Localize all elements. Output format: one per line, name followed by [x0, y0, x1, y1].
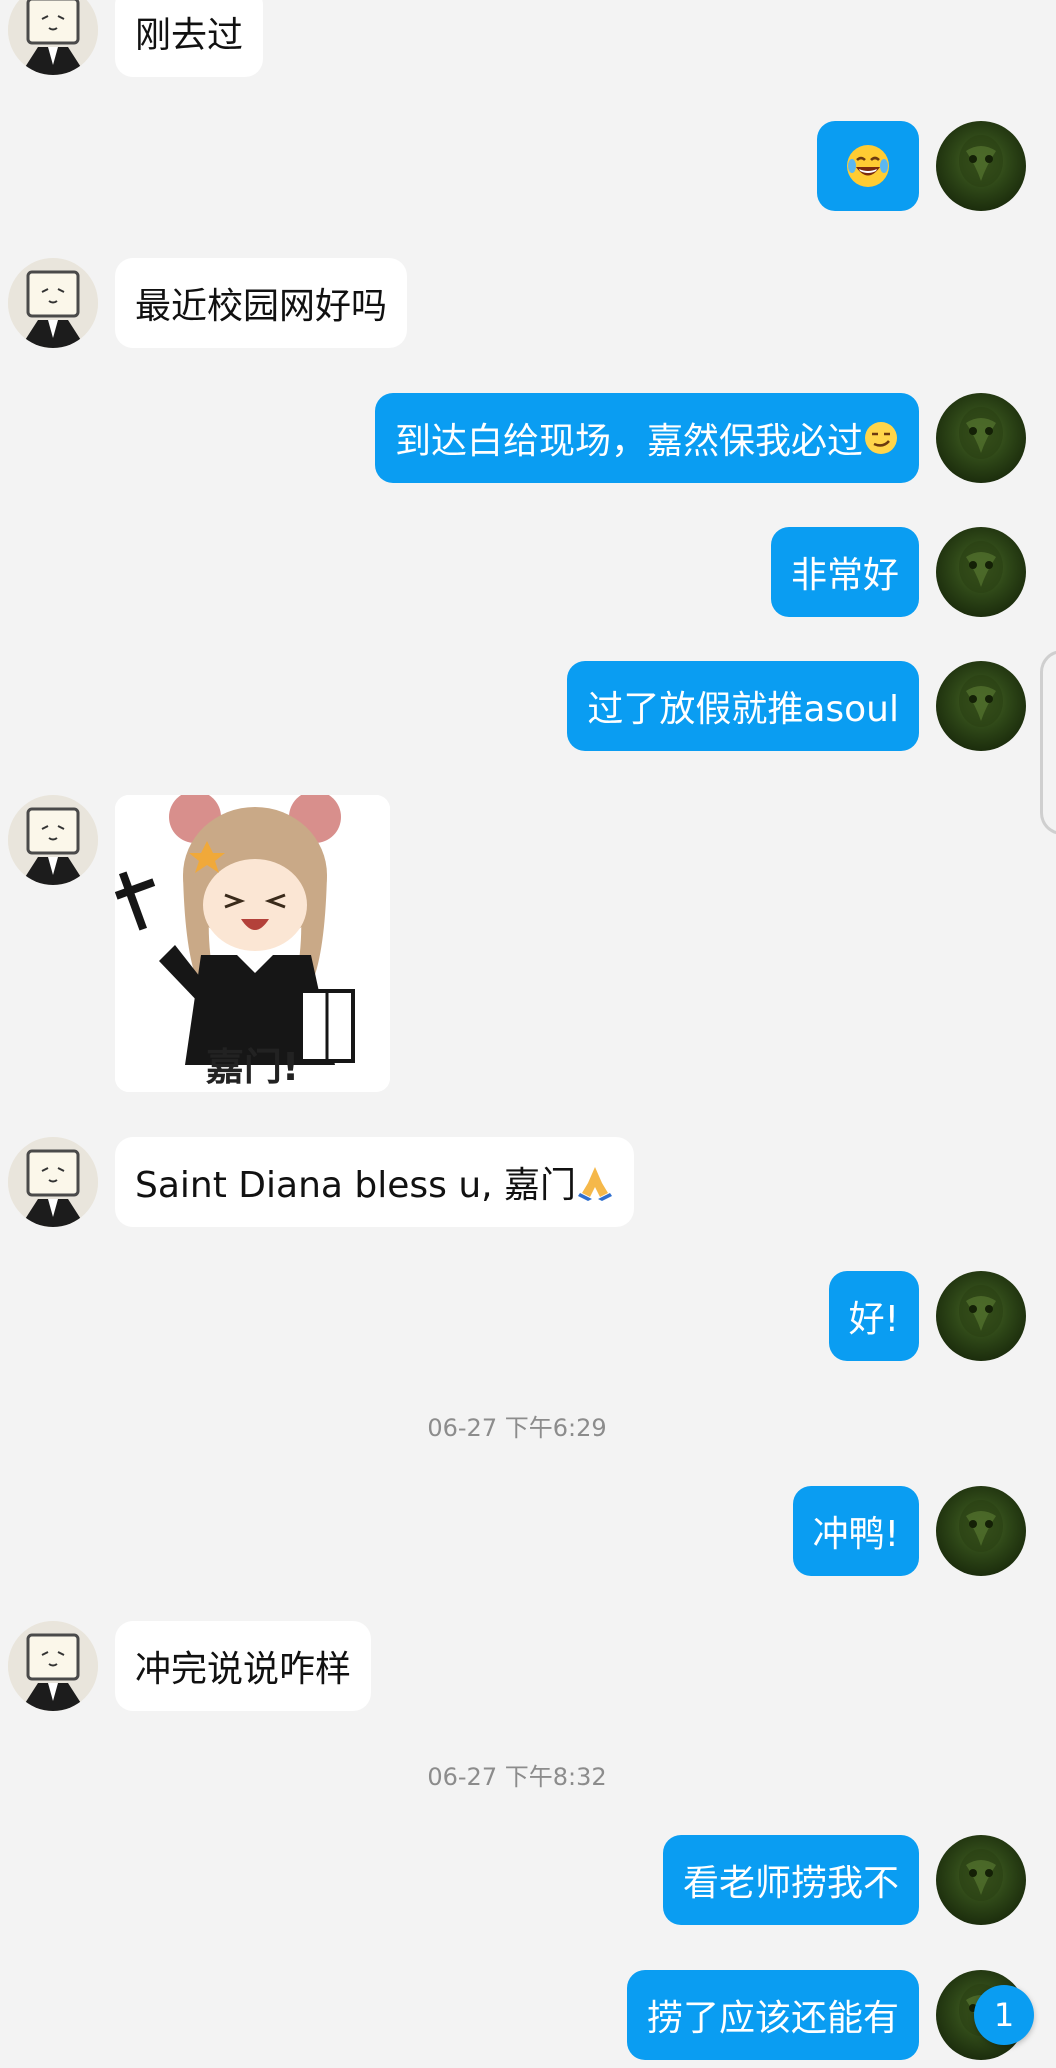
contact-avatar[interactable]: [8, 1621, 98, 1711]
outgoing-message-bubble[interactable]: [817, 121, 919, 211]
outgoing-message-bubble[interactable]: 过了放假就推asoul: [567, 661, 919, 751]
message-text: 刚去过: [135, 15, 244, 56]
message-text: 过了放假就推asoul: [587, 689, 899, 730]
sticker-caption: 嘉门!: [205, 1045, 300, 1089]
praying-hands-icon: [578, 1167, 613, 1201]
unread-count-badge[interactable]: 1: [974, 1985, 1034, 2045]
self-avatar[interactable]: [936, 1835, 1026, 1925]
contact-avatar[interactable]: [8, 0, 98, 75]
tv-head-avatar-icon: [8, 795, 98, 885]
self-avatar[interactable]: [936, 661, 1026, 751]
outgoing-message-bubble[interactable]: 捞了应该还能有: [626, 1970, 919, 2060]
contact-avatar[interactable]: [8, 795, 98, 885]
message-text: 好!: [848, 1299, 899, 1340]
tv-head-avatar-icon: [8, 1137, 98, 1227]
message-text: 到达白给现场，嘉然保我必过: [394, 421, 863, 462]
outgoing-message-bubble[interactable]: 到达白给现场，嘉然保我必过: [374, 393, 919, 483]
timestamp-divider: 06-27 下午6:29: [427, 1414, 607, 1442]
incoming-message-bubble[interactable]: Saint Diana bless u, 嘉门: [115, 1137, 635, 1227]
green-pattern-avatar-icon: [959, 1849, 1003, 1901]
green-pattern-avatar-icon: [959, 1500, 1003, 1552]
message-text: 非常好: [790, 555, 899, 596]
contact-avatar[interactable]: [8, 1137, 98, 1227]
side-drawer-handle[interactable]: [1040, 650, 1056, 835]
self-avatar[interactable]: [936, 393, 1026, 483]
contact-avatar[interactable]: [8, 258, 98, 348]
incoming-message-bubble[interactable]: 冲完说说咋样: [115, 1621, 372, 1711]
smirk-face-icon: [865, 422, 897, 454]
self-avatar[interactable]: [936, 121, 1026, 211]
tv-head-avatar-icon: [8, 0, 98, 75]
tv-head-avatar-icon: [8, 258, 98, 348]
self-avatar[interactable]: [936, 1271, 1026, 1361]
message-text: Saint Diana bless u, 嘉门: [135, 1165, 577, 1206]
self-avatar[interactable]: [936, 1486, 1026, 1576]
message-text: 捞了应该还能有: [646, 1998, 899, 2039]
green-pattern-avatar-icon: [959, 135, 1003, 187]
message-text: 冲完说说咋样: [135, 1649, 352, 1690]
green-pattern-avatar-icon: [959, 1285, 1003, 1337]
message-text: 冲鸭!: [812, 1514, 899, 1555]
outgoing-message-bubble[interactable]: 非常好: [770, 527, 919, 617]
green-pattern-avatar-icon: [959, 541, 1003, 593]
timestamp-divider: 06-27 下午8:32: [427, 1763, 607, 1791]
message-text: 最近校园网好吗: [135, 286, 388, 327]
green-pattern-avatar-icon: [959, 675, 1003, 727]
sticker-message[interactable]: 嘉门!: [115, 795, 390, 1092]
outgoing-message-bubble[interactable]: 冲鸭!: [792, 1486, 919, 1576]
message-text: 看老师捞我不: [682, 1863, 899, 1904]
tv-head-avatar-icon: [8, 1621, 98, 1711]
incoming-message-bubble[interactable]: 最近校园网好吗: [115, 258, 408, 348]
incoming-message-bubble[interactable]: 刚去过: [115, 0, 264, 77]
outgoing-message-bubble[interactable]: 看老师捞我不: [662, 1835, 919, 1925]
green-pattern-avatar-icon: [959, 407, 1003, 459]
self-avatar[interactable]: [936, 527, 1026, 617]
outgoing-message-bubble[interactable]: 好!: [828, 1271, 919, 1361]
laughing-tears-icon: [847, 145, 889, 187]
